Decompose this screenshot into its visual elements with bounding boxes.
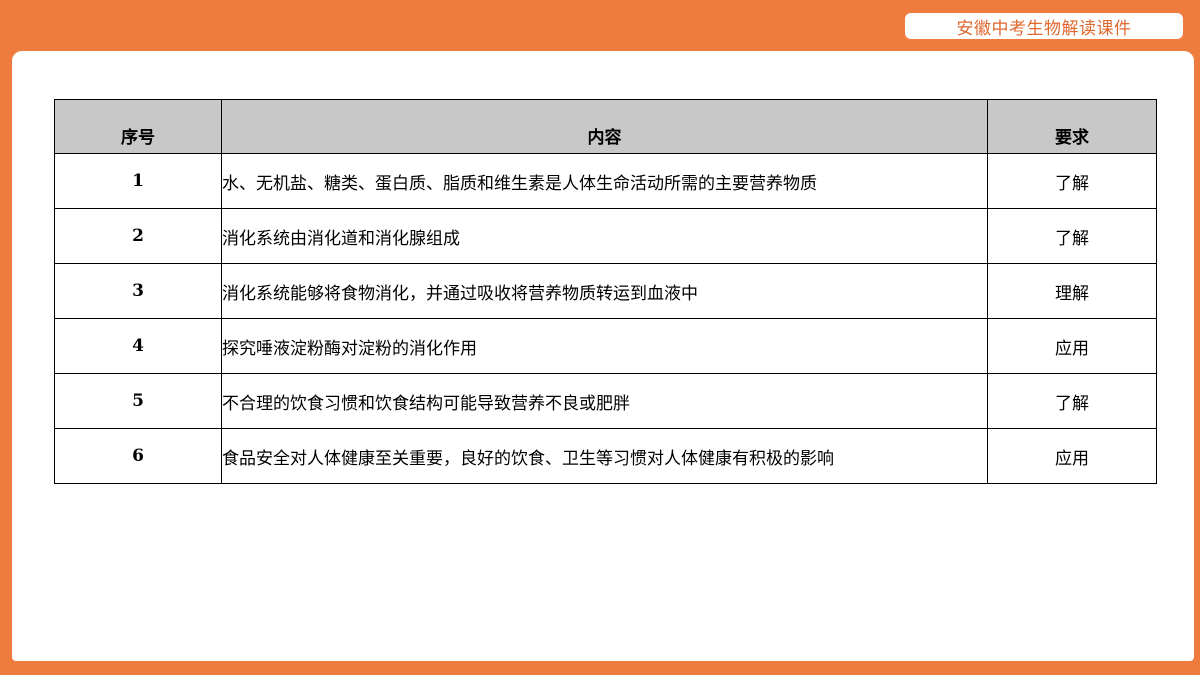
row-requirement: 了解 xyxy=(987,208,1157,264)
slide: { "header": { "badge_text": "安徽中考生物解读课件"… xyxy=(0,0,1200,675)
row-content: 消化系统由消化道和消化腺组成 xyxy=(221,208,988,264)
row-index: 6 xyxy=(54,428,222,484)
content-sheet: 序号 内容 要求 1 水、无机盐、糖类、蛋白质、脂质和维生素是人体生命活动所需的… xyxy=(12,51,1194,661)
row-requirement: 应用 xyxy=(987,318,1157,374)
table-row: 6 食品安全对人体健康至关重要，良好的饮食、卫生等习惯对人体健康有积极的影响 应… xyxy=(54,428,1157,484)
row-content: 探究唾液淀粉酶对淀粉的消化作用 xyxy=(221,318,988,374)
column-header-content: 内容 xyxy=(221,99,988,154)
row-index: 3 xyxy=(54,263,222,319)
row-index: 1 xyxy=(54,153,222,209)
row-requirement: 了解 xyxy=(987,373,1157,429)
column-header-index: 序号 xyxy=(54,99,222,154)
course-title-text: 安徽中考生物解读课件 xyxy=(956,18,1132,39)
column-header-requirement: 要求 xyxy=(987,99,1157,154)
course-title-badge: 安徽中考生物解读课件 xyxy=(905,13,1183,39)
row-content: 消化系统能够将食物消化，并通过吸收将营养物质转运到血液中 xyxy=(221,263,988,319)
row-requirement: 理解 xyxy=(987,263,1157,319)
row-index: 5 xyxy=(54,373,222,429)
table-row: 1 水、无机盐、糖类、蛋白质、脂质和维生素是人体生命活动所需的主要营养物质 了解 xyxy=(54,153,1157,209)
row-requirement: 应用 xyxy=(987,428,1157,484)
row-index: 4 xyxy=(54,318,222,374)
table-row: 2 消化系统由消化道和消化腺组成 了解 xyxy=(54,208,1157,264)
table-row: 5 不合理的饮食习惯和饮食结构可能导致营养不良或肥胖 了解 xyxy=(54,373,1157,429)
syllabus-table: 序号 内容 要求 1 水、无机盐、糖类、蛋白质、脂质和维生素是人体生命活动所需的… xyxy=(54,99,1157,484)
row-requirement: 了解 xyxy=(987,153,1157,209)
row-content: 不合理的饮食习惯和饮食结构可能导致营养不良或肥胖 xyxy=(221,373,988,429)
row-content: 食品安全对人体健康至关重要，良好的饮食、卫生等习惯对人体健康有积极的影响 xyxy=(221,428,988,484)
row-content: 水、无机盐、糖类、蛋白质、脂质和维生素是人体生命活动所需的主要营养物质 xyxy=(221,153,988,209)
row-index: 2 xyxy=(54,208,222,264)
table-row: 4 探究唾液淀粉酶对淀粉的消化作用 应用 xyxy=(54,318,1157,374)
table-row: 3 消化系统能够将食物消化，并通过吸收将营养物质转运到血液中 理解 xyxy=(54,263,1157,319)
table-header-row: 序号 内容 要求 xyxy=(54,99,1157,154)
